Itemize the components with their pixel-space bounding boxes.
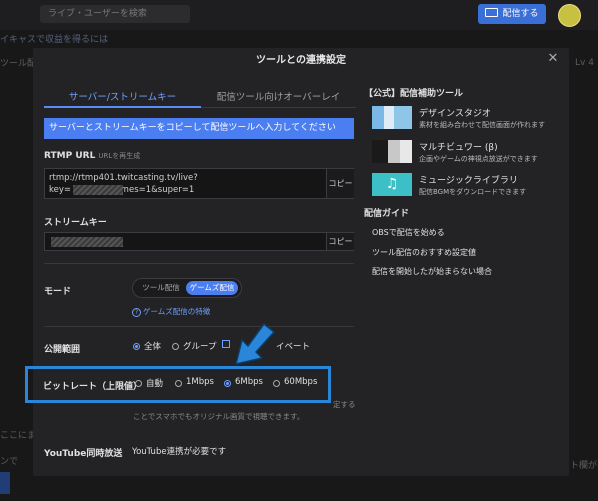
copy-stream-key-button[interactable]: コピー	[326, 233, 354, 250]
broadcast-button[interactable]: 配信する	[478, 4, 546, 24]
tab-divider	[201, 107, 356, 108]
bitrate-note-line2: ことでスマホでもオリジナル画質で視聴できます。	[133, 412, 305, 421]
guide-link-settings[interactable]: ツール配信のおすすめ設定値	[372, 247, 476, 258]
external-link-icon	[222, 340, 230, 348]
tab-overlay[interactable]: 配信ツール向けオーバーレイ	[201, 90, 356, 106]
rtmp-url-text[interactable]: rtmp://rtmp401.twitcasting.tv/live? key=…	[49, 172, 198, 196]
tool-settings-modal: ツールとの連携設定 ✕ サーバー/ストリームキー 配信ツール向けオーバーレイ サ…	[33, 48, 569, 476]
close-icon[interactable]: ✕	[545, 51, 561, 67]
camera-icon	[485, 8, 499, 17]
mode-option-tool[interactable]: ツール配信	[137, 281, 185, 295]
top-bar: ライブ・ユーザーを検索 配信する	[0, 0, 598, 30]
modal-title: ツールとの連携設定	[256, 55, 346, 66]
rtmp-url-field[interactable]: rtmp://rtmp401.twitcasting.tv/live? key=…	[44, 168, 354, 199]
mode-option-games[interactable]: ゲームズ配信	[186, 281, 238, 295]
divider	[44, 263, 354, 264]
mode-label: モード	[44, 287, 72, 297]
bitrate-highlight-box	[25, 366, 331, 403]
visibility-label: 公開範囲	[44, 345, 81, 355]
divider	[44, 326, 354, 327]
tool-desc: 素材を組み合わせて配信画面が作れます	[419, 121, 545, 129]
copy-url-button[interactable]: コピー	[326, 169, 354, 198]
broadcast-label: 配信する	[502, 9, 539, 19]
design-studio-thumbnail	[372, 106, 412, 129]
bitrate-note-line1: 定する	[333, 400, 356, 409]
visibility-all-label[interactable]: 全体	[144, 340, 161, 352]
youtube-simulcast-value: YouTube連携が必要です	[132, 447, 227, 457]
tab-active-underline	[44, 106, 201, 108]
masked-key	[73, 185, 123, 195]
avatar[interactable]	[558, 4, 581, 27]
regenerate-url-link[interactable]: URLを再生成	[98, 152, 140, 160]
info-banner: サーバーとストリームキーをコピーして配信ツールへ入力してください	[44, 118, 354, 139]
pointer-arrow-icon	[235, 323, 275, 365]
youtube-simulcast-label: YouTube同時放送	[44, 449, 123, 459]
tool-desc: 企画やゲームの神視点放送ができます	[419, 155, 538, 163]
tool-name: ミュージックライブラリ	[419, 176, 518, 186]
tool-name: マルチビュワー (β)	[419, 143, 498, 153]
music-note-icon: ♫	[372, 173, 412, 196]
visibility-private-label[interactable]: イベート	[276, 340, 310, 352]
tools-heading: 【公式】配信補助ツール	[364, 89, 464, 99]
help-icon: ?	[132, 308, 141, 317]
tab-server-stream-key[interactable]: サーバー/ストリームキー	[44, 90, 201, 106]
visibility-group-label[interactable]: グループ	[183, 340, 217, 352]
search-input[interactable]: ライブ・ユーザーを検索	[40, 5, 190, 23]
tool-desc: 配信BGMをダウンロードできます	[419, 188, 527, 196]
visibility-all-radio[interactable]	[133, 343, 140, 350]
mode-toggle[interactable]: ツール配信 ゲームズ配信	[132, 278, 242, 298]
masked-stream-key	[51, 237, 123, 247]
games-mode-help-link[interactable]: ? ゲームズ配信の特徴	[132, 306, 210, 317]
tool-name: デザインスタジオ	[419, 109, 491, 119]
visibility-group-radio[interactable]	[172, 343, 179, 350]
multi-viewer-thumbnail	[372, 140, 412, 163]
rtmp-url-label: RTMP URL URLを再生成	[44, 151, 141, 161]
stream-key-field[interactable]: コピー	[44, 232, 354, 251]
guide-link-trouble[interactable]: 配信を開始したが始まらない場合	[372, 266, 492, 277]
guide-link-obs[interactable]: OBSで配信を始める	[372, 227, 445, 238]
stream-key-label: ストリームキー	[44, 218, 107, 228]
guide-heading: 配信ガイド	[364, 209, 410, 219]
